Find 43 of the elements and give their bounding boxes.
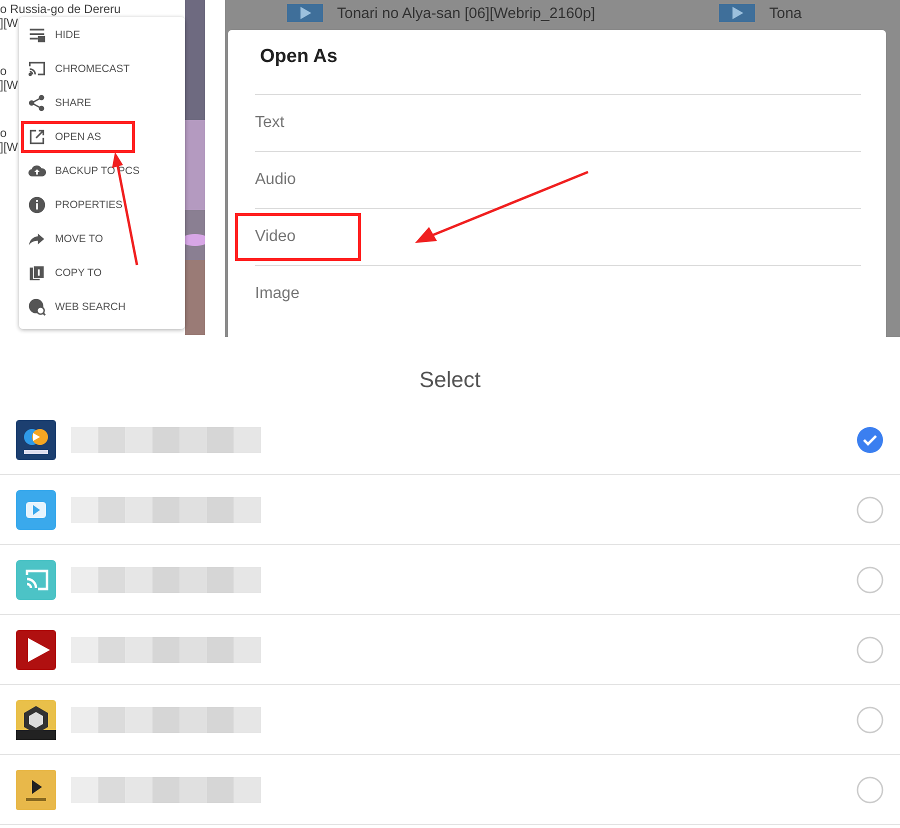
option-item[interactable]: Video — [235, 213, 361, 261]
file-name: ][W — [0, 140, 18, 154]
radio-button[interactable] — [856, 566, 884, 594]
menu-item[interactable]: OPEN AS — [21, 121, 135, 153]
file-name: ][W — [0, 78, 18, 92]
info-icon — [28, 196, 46, 214]
radio-button[interactable] — [856, 706, 884, 734]
radio-button[interactable] — [856, 636, 884, 664]
dialog-title: Open As — [259, 45, 338, 69]
file-name: o Russia-go de Dereru — [0, 2, 121, 16]
file-name: ][W — [0, 16, 18, 30]
option-item[interactable]: Text — [235, 99, 350, 147]
video-file-icon — [285, 4, 325, 22]
menu-item[interactable]: COPY TO — [21, 257, 135, 289]
file-name: o — [0, 64, 7, 78]
menu-item[interactable]: CHROMECAST — [21, 53, 137, 85]
share-icon — [28, 94, 46, 112]
app-icon — [16, 420, 56, 460]
cast-icon — [28, 60, 46, 78]
menu-item[interactable]: SHARE — [21, 87, 135, 119]
app-icon — [16, 490, 56, 530]
file-name: Tonari no Alya-san [06][Webrip_2160p] — [337, 4, 596, 22]
app-icon — [16, 770, 56, 810]
radio-button[interactable] — [856, 426, 884, 454]
radio-button[interactable] — [856, 776, 884, 804]
video-file-icon — [717, 4, 758, 22]
app-icon — [16, 700, 56, 740]
menu-item[interactable]: WEB SEARCH — [21, 291, 135, 323]
option-item[interactable]: Audio — [235, 156, 361, 204]
file-name: Tona — [769, 4, 802, 22]
menu-item[interactable]: HIDE — [21, 19, 135, 51]
file-name: o — [0, 126, 7, 140]
open-icon — [28, 128, 46, 146]
sheet-title: Select — [418, 367, 482, 394]
app-icon — [16, 630, 56, 670]
app-icon — [16, 560, 56, 600]
copy-icon — [28, 264, 46, 282]
web-icon — [28, 298, 46, 316]
menu-item[interactable]: PROPERTIES — [21, 189, 135, 221]
radio-button[interactable] — [856, 496, 884, 524]
hide-icon — [28, 26, 46, 44]
menu-item[interactable]: MOVE TO — [21, 223, 135, 255]
option-item[interactable]: Image — [235, 270, 364, 318]
